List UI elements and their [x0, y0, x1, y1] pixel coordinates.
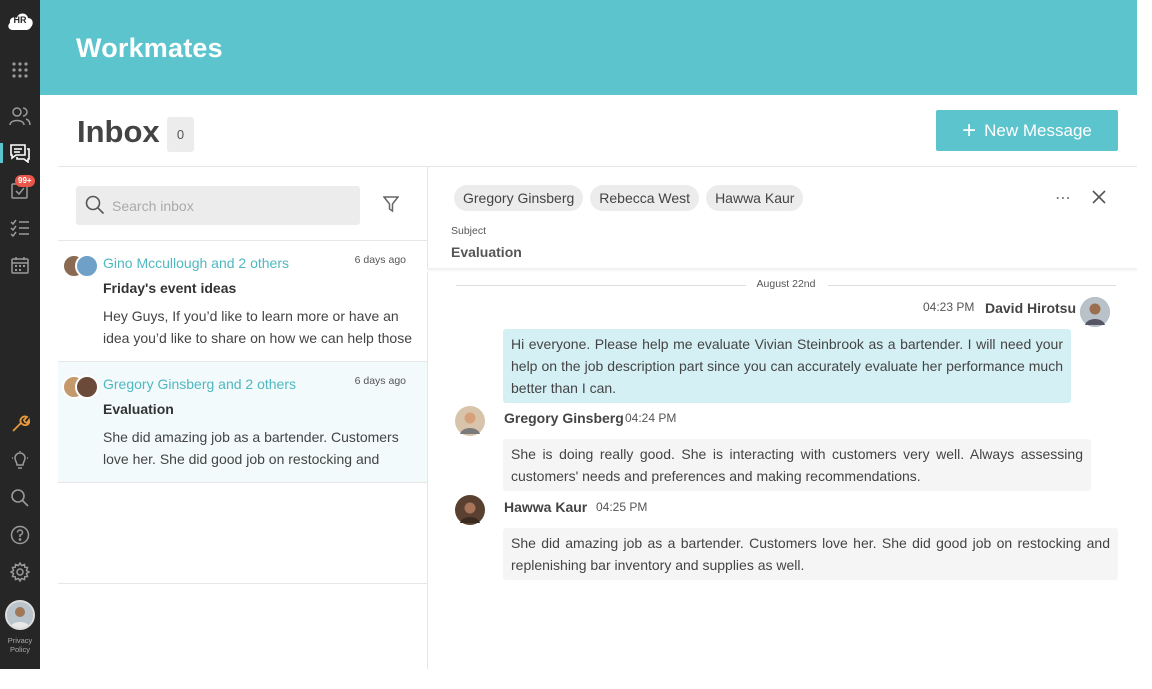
search-input[interactable] [112, 186, 352, 225]
brand-title: Workmates [76, 33, 223, 63]
recipient-chip[interactable]: Rebecca West [590, 185, 700, 211]
avatar [455, 495, 485, 525]
participant-avatars [62, 375, 102, 401]
close-icon[interactable] [1092, 190, 1106, 209]
message-time: 04:23 PM [923, 300, 975, 314]
page-title: Inbox [77, 114, 160, 149]
settings-icon[interactable] [0, 556, 40, 588]
date-label: August 22nd [746, 278, 826, 290]
recipient-chip[interactable]: Gregory Ginsberg [454, 185, 584, 211]
message-author: David Hirotsu [985, 300, 1077, 316]
thread-time: 6 days ago [354, 375, 406, 387]
avatar [75, 375, 99, 399]
messages-icon[interactable] [0, 137, 40, 169]
privacy-policy-link[interactable]: Privacy Policy [0, 636, 40, 654]
message-bubble: She is doing really good. She is interac… [503, 439, 1091, 491]
subject-label: Subject [451, 225, 487, 237]
message-author: Hawwa Kaur [504, 499, 588, 515]
thread-participants: Gino Mccullough and 2 others [103, 255, 289, 271]
filter-icon[interactable] [382, 195, 400, 218]
nav-rail: HR 99+ Privacy Policy [0, 0, 40, 669]
hr-logo[interactable]: HR [6, 9, 34, 31]
apps-grid-icon[interactable] [0, 54, 40, 86]
recipient-chip[interactable]: Hawwa Kaur [706, 185, 804, 211]
toolbar-divider [58, 166, 1137, 167]
plus-icon: + [962, 116, 977, 144]
inbox-count-badge: 0 [167, 117, 194, 152]
more-options-icon[interactable]: ⋯ [1055, 188, 1072, 208]
lightbulb-icon[interactable] [0, 445, 40, 477]
app-root: HR 99+ Privacy Policy Workmates Inbox 0 … [0, 0, 1152, 689]
list-item[interactable]: Gregory Ginsberg and 2 others 6 days ago… [58, 362, 427, 482]
thread-preview: She did amazing job as a bartender. Cust… [103, 429, 399, 467]
list-divider [58, 583, 427, 584]
header-shadow [427, 268, 1137, 272]
checklist-icon[interactable] [0, 212, 40, 244]
recipient-chips: Gregory Ginsberg Rebecca West Hawwa Kaur [454, 185, 804, 211]
search-icon [85, 195, 105, 215]
thread-time: 6 days ago [354, 254, 406, 266]
subject-value: Evaluation [451, 244, 522, 260]
avatar [455, 406, 485, 436]
search-icon[interactable] [0, 482, 40, 514]
app-header: Workmates [40, 0, 1137, 95]
search-box [76, 186, 360, 225]
list-item[interactable]: Gino Mccullough and 2 others 6 days ago … [58, 241, 427, 361]
message-time: 04:25 PM [596, 500, 648, 514]
thread-participants: Gregory Ginsberg and 2 others [103, 376, 296, 392]
panel-divider [427, 166, 428, 669]
message-author: Gregory Ginsberg [504, 410, 624, 426]
avatar [1080, 297, 1110, 327]
user-avatar[interactable] [5, 600, 35, 630]
wrench-icon[interactable] [0, 408, 40, 440]
notification-badge: 99+ [15, 175, 35, 187]
people-icon[interactable] [0, 100, 40, 132]
message-time: 04:24 PM [625, 411, 677, 425]
new-message-button[interactable]: + New Message [936, 110, 1118, 151]
thread-subject: Evaluation [103, 401, 174, 417]
date-separator: August 22nd [456, 278, 1116, 292]
avatar [75, 254, 99, 278]
list-divider [58, 482, 427, 483]
logo-text: HR [13, 15, 27, 25]
help-icon[interactable] [0, 519, 40, 551]
thread-subject: Friday's event ideas [103, 280, 237, 296]
participant-avatars [62, 254, 102, 280]
message-bubble: She did amazing job as a bartender. Cust… [503, 528, 1118, 580]
thread-preview: Hey Guys, If you’d like to learn more or… [103, 308, 412, 346]
new-message-label: New Message [984, 120, 1092, 140]
message-bubble: Hi everyone. Please help me evaluate Viv… [503, 329, 1071, 403]
calendar-icon[interactable] [0, 249, 40, 281]
